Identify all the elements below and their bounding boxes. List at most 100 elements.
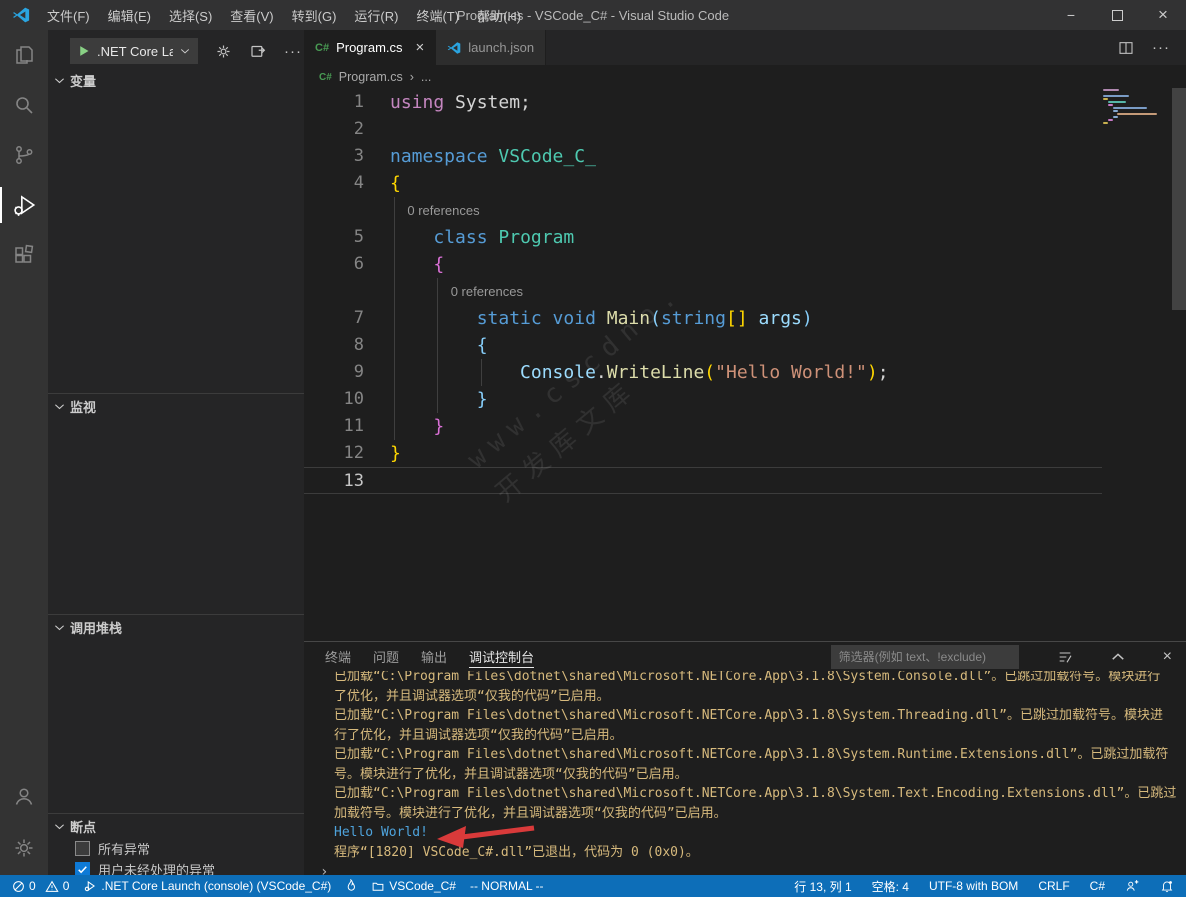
code-row[interactable]: 13 (304, 467, 1102, 494)
breakpoint-all-exceptions[interactable]: 所有异常 (48, 838, 304, 859)
feedback-status[interactable] (1125, 879, 1140, 893)
menu-run[interactable]: 运行(R) (345, 0, 407, 30)
panel-tab-debug-console[interactable]: 调试控制台 (469, 642, 535, 671)
breadcrumb-symbol[interactable]: ... (421, 70, 431, 84)
csharp-file-icon: C# (319, 71, 332, 83)
debug-launch-status[interactable]: .NET Core Launch (console) (VSCode_C#) (83, 879, 331, 893)
section-header-watch[interactable]: 监视 (48, 394, 304, 418)
cursor-position[interactable]: 行 13, 列 1 (794, 878, 851, 895)
split-editor-icon[interactable] (1118, 40, 1134, 56)
codelens-label[interactable]: 0 references (364, 278, 523, 305)
explorer-icon[interactable] (0, 30, 48, 80)
encoding-status[interactable]: UTF-8 with BOM (929, 879, 1018, 893)
play-icon[interactable] (78, 45, 90, 57)
flame-status[interactable] (345, 879, 357, 893)
panel-tab-terminal[interactable]: 终端 (325, 642, 351, 671)
debug-config-label: .NET Core Lau (97, 43, 173, 59)
debug-config-select[interactable]: .NET Core Lau (70, 38, 198, 64)
editor-scrollbar[interactable] (1172, 88, 1186, 310)
console-line: 行了优化，并且调试器选项“仅我的代码”已启用。 (334, 727, 623, 743)
source-control-icon[interactable] (0, 130, 48, 180)
line-number: 12 (343, 443, 364, 463)
close-panel-icon[interactable]: × (1163, 648, 1172, 666)
code-row[interactable]: 4{ (304, 170, 1186, 197)
breakpoint-label: 所有异常 (98, 842, 151, 857)
codelens-row[interactable]: 0 references (304, 197, 1186, 224)
eol-status[interactable]: CRLF (1038, 879, 1069, 893)
code-editor[interactable]: 1 using System; 2 3 namespace VSCode_C_ 4{0 r… (304, 89, 1186, 641)
activity-bar (0, 30, 48, 875)
folder-status[interactable]: VSCode_C# (371, 879, 456, 893)
panel-tab-output[interactable]: 输出 (421, 642, 447, 671)
section-label: 监视 (70, 399, 97, 415)
minimap[interactable] (1103, 89, 1173, 125)
problems-status[interactable]: 0 0 (12, 879, 69, 893)
gear-icon[interactable] (215, 43, 232, 60)
clear-console-icon[interactable] (1057, 649, 1073, 665)
section-header-breakpoints[interactable]: 断点 (48, 814, 304, 838)
console-line: 已加载“C:\Program Files\dotnet\shared\Micro… (334, 786, 1177, 801)
panel-tab-problems[interactable]: 问题 (373, 642, 399, 671)
status-bar: 0 0 .NET Core Launch (console) (VSCode_C… (0, 875, 1186, 897)
notifications-status[interactable] (1160, 879, 1174, 893)
close-tab-icon[interactable]: × (416, 39, 425, 56)
minimap-line (1113, 107, 1147, 109)
more-actions-icon[interactable]: ··· (1152, 39, 1170, 56)
chevron-down-icon (55, 77, 64, 83)
console-line: 号。模块进行了优化，并且调试器选项“仅我的代码”已启用。 (334, 766, 688, 782)
code-row[interactable]: 12} (304, 440, 1186, 467)
codelens-label[interactable]: 0 references (364, 197, 479, 224)
run-debug-icon[interactable] (0, 180, 48, 230)
menu-goto[interactable]: 转到(G) (283, 0, 346, 30)
tab-program-cs[interactable]: C# Program.cs × (304, 30, 437, 65)
breadcrumb-file[interactable]: Program.cs (339, 70, 403, 84)
console-line: 已加载“C:\Program Files\dotnet\shared\Micro… (334, 671, 1161, 684)
settings-gear-icon[interactable] (0, 821, 48, 875)
code-row[interactable]: 6 { (304, 251, 1186, 278)
account-icon[interactable] (0, 771, 48, 821)
indent-guide (394, 197, 395, 440)
indent-guide (481, 359, 482, 386)
section-variables: 变量 (48, 68, 304, 92)
code-row[interactable]: 2 (304, 116, 1186, 143)
folder-icon (372, 882, 384, 891)
maximize-panel-icon[interactable] (1111, 650, 1125, 664)
line-number: 10 (343, 389, 364, 409)
menu-selection[interactable]: 选择(S) (160, 0, 221, 30)
breadcrumb[interactable]: C# Program.cs › ... (304, 65, 1186, 89)
line-number: 4 (353, 173, 364, 193)
console-filter-input[interactable] (830, 644, 1019, 669)
more-actions-icon[interactable]: ··· (284, 43, 302, 60)
debug-toolbar: .NET Core Lau ··· (48, 36, 304, 66)
code-row[interactable]: 3 namespace VSCode_C_ (304, 143, 1186, 170)
section-watch: 监视 (48, 393, 304, 418)
language-mode[interactable]: C# (1090, 879, 1105, 893)
extensions-icon[interactable] (0, 230, 48, 280)
code-row[interactable]: 1 using System; (304, 89, 1186, 116)
code-row[interactable]: 5 class Program (304, 224, 1186, 251)
vim-mode-indicator[interactable]: -- NORMAL -- (470, 879, 544, 893)
close-icon[interactable]: × (1140, 0, 1186, 30)
tab-label: Program.cs (336, 40, 403, 55)
checkbox-unchecked[interactable] (75, 841, 90, 856)
title-bar: 文件(F) 编辑(E) 选择(S) 查看(V) 转到(G) 运行(R) 终端(T… (0, 0, 1186, 30)
menu-file[interactable]: 文件(F) (38, 0, 99, 30)
search-icon[interactable] (0, 80, 48, 130)
tab-launch-json[interactable]: launch.json (436, 30, 547, 65)
section-label: 变量 (70, 73, 97, 89)
maximize-icon[interactable] (1094, 0, 1140, 30)
warning-count: 0 (62, 879, 70, 893)
menu-edit[interactable]: 编辑(E) (99, 0, 160, 30)
vscode-file-icon (447, 41, 461, 54)
menu-view[interactable]: 查看(V) (221, 0, 282, 30)
minimize-icon[interactable]: − (1048, 0, 1094, 30)
section-header-callstack[interactable]: 调用堆栈 (48, 615, 304, 639)
line-number: 7 (353, 308, 364, 328)
code-row[interactable]: 11 } (304, 413, 1186, 440)
debug-console-icon[interactable] (249, 42, 267, 60)
panel-header: 终端 问题 输出 调试控制台 × (304, 642, 1186, 671)
console-input-prompt[interactable]: › (320, 863, 1186, 875)
section-header-variables[interactable]: 变量 (48, 68, 304, 92)
debug-sidebar: .NET Core Lau ··· 变量 监视 调用堆栈 断点 (48, 30, 304, 878)
indentation-status[interactable]: 空格: 4 (872, 878, 909, 895)
